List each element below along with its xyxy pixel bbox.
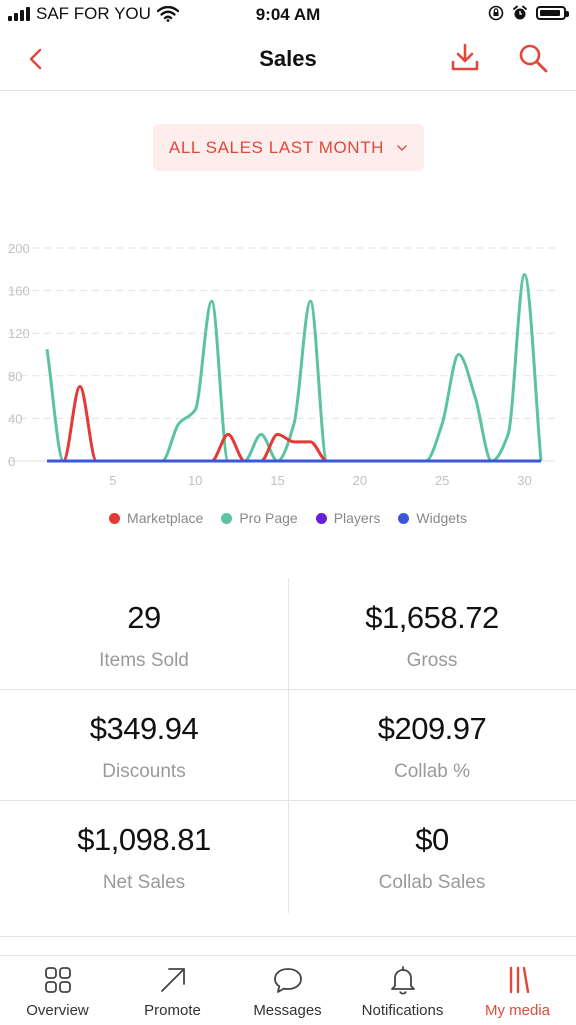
- legend-dot-widgets: [398, 512, 410, 524]
- stat-value: 29: [127, 600, 161, 635]
- legend-item-marketplace[interactable]: Marketplace: [109, 510, 203, 526]
- grid-divider: [288, 578, 289, 913]
- stat-label: Discounts: [102, 761, 186, 782]
- stat-label: Collab Sales: [378, 872, 486, 893]
- x-tick-label: 30: [517, 473, 531, 488]
- period-filter-dropdown[interactable]: ALL SALES LAST MONTH: [153, 124, 424, 171]
- x-tick-label: 25: [435, 473, 449, 488]
- legend-item-players[interactable]: Players: [315, 510, 381, 526]
- divider: [0, 936, 576, 937]
- chat-bubble-icon: [273, 968, 302, 993]
- y-tick-label: 80: [8, 369, 22, 384]
- x-tick-label: 5: [109, 473, 116, 488]
- stat-value: $1,098.81: [77, 822, 211, 857]
- stat-discounts: $349.94 Discounts: [0, 689, 288, 800]
- legend-label-players: Players: [333, 510, 381, 526]
- legend-item-pro-page[interactable]: Pro Page: [221, 510, 298, 526]
- x-tick-label: 10: [188, 473, 202, 488]
- sales-line-chart: 0 40 80 120 160 200 5 10 15 20 25 30: [8, 241, 555, 488]
- tab-label: Promote: [144, 1002, 201, 1019]
- status-icons: [488, 5, 569, 21]
- y-tick-label: 200: [8, 241, 30, 256]
- stat-value: $349.94: [89, 711, 199, 746]
- series-line-pro-page: [45, 273, 543, 463]
- stat-items-sold: 29 Items Sold: [0, 578, 288, 689]
- legend-item-widgets[interactable]: Widgets: [398, 510, 467, 526]
- stat-value: $1,658.72: [365, 600, 499, 635]
- search-icon[interactable]: [516, 41, 550, 75]
- tab-overview[interactable]: Overview: [0, 964, 115, 1022]
- arrow-up-right-icon: [160, 968, 185, 992]
- stat-label: Items Sold: [99, 650, 189, 671]
- stat-value: $209.97: [377, 711, 487, 746]
- tab-label: Overview: [26, 1002, 89, 1019]
- status-bar: SAF FOR YOU 9:04 AM: [0, 0, 576, 30]
- sales-stats-grid: 29 Items Sold $1,658.72 Gross $349.94 Di…: [0, 578, 576, 913]
- stat-collab-sales: $0 Collab Sales: [288, 800, 576, 911]
- chevron-down-icon: [397, 144, 407, 151]
- grid-divider: [0, 689, 576, 690]
- media-bars-icon: [509, 966, 529, 994]
- rotation-lock-icon: [488, 5, 504, 21]
- tab-label: Messages: [253, 1002, 322, 1019]
- bottom-tab-bar: Overview Promote Messages Notifications …: [0, 955, 576, 1025]
- tab-my-media[interactable]: My media: [460, 964, 575, 1022]
- stat-collab-percent: $209.97 Collab %: [288, 689, 576, 800]
- stat-label: Gross: [406, 650, 458, 671]
- tab-label: My media: [484, 1002, 551, 1019]
- legend-dot-marketplace: [109, 512, 121, 524]
- tab-notifications[interactable]: Notifications: [345, 964, 460, 1022]
- download-icon[interactable]: [448, 41, 482, 75]
- legend-dot-players: [315, 512, 327, 524]
- legend-label-pro-page: Pro Page: [239, 510, 298, 526]
- y-tick-label: 160: [8, 284, 30, 299]
- legend-label-marketplace: Marketplace: [127, 510, 204, 526]
- y-tick-label: 40: [8, 411, 22, 426]
- tab-messages[interactable]: Messages: [230, 964, 345, 1022]
- page-title: Sales: [259, 46, 317, 71]
- stat-label: Net Sales: [102, 872, 186, 893]
- chart-legend: Marketplace Pro Page Players Widgets: [0, 510, 576, 526]
- y-tick-label: 0: [8, 454, 15, 469]
- stat-net-sales: $1,098.81 Net Sales: [0, 800, 288, 911]
- y-tick-label: 120: [8, 326, 30, 341]
- legend-dot-pro-page: [221, 512, 233, 524]
- alarm-icon: [513, 5, 527, 20]
- tab-label: Notifications: [361, 1002, 444, 1019]
- bell-icon: [390, 966, 415, 995]
- grid-icon: [44, 967, 71, 993]
- legend-label-widgets: Widgets: [416, 510, 467, 526]
- tab-promote[interactable]: Promote: [115, 964, 230, 1022]
- stat-gross: $1,658.72 Gross: [288, 578, 576, 689]
- stat-label: Collab %: [393, 761, 471, 782]
- header: Sales: [0, 30, 576, 91]
- stat-value: $0: [415, 822, 449, 857]
- x-tick-label: 20: [353, 473, 367, 488]
- x-tick-label: 15: [270, 473, 284, 488]
- period-filter-label: ALL SALES LAST MONTH: [168, 137, 385, 157]
- battery-icon: [536, 6, 569, 20]
- grid-divider: [0, 800, 576, 801]
